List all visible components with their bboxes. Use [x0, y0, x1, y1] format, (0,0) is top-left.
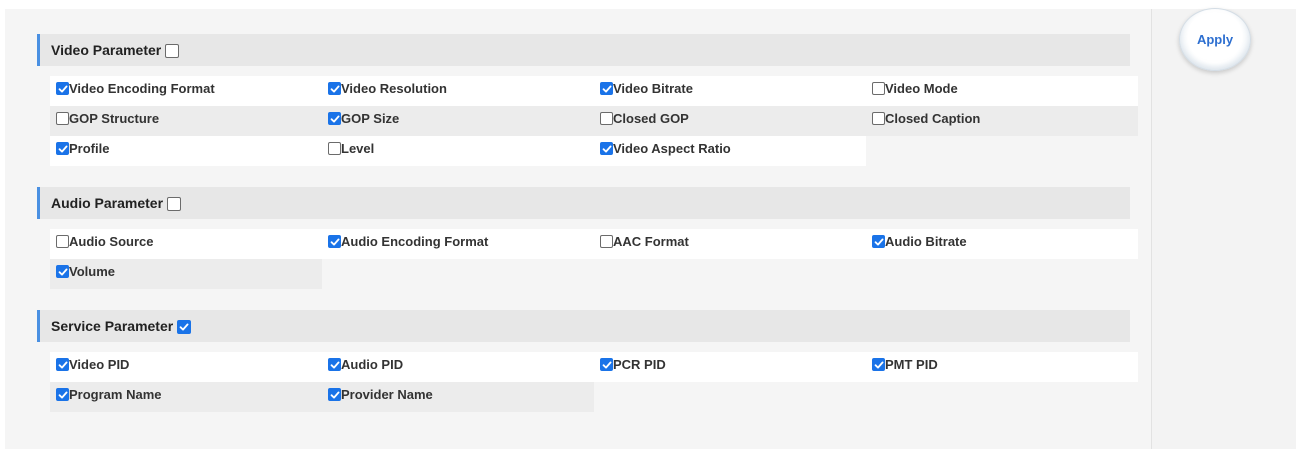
section-checkbox-audio[interactable]	[167, 197, 182, 211]
parameter-checkbox[interactable]	[56, 82, 69, 95]
parameter-option[interactable]: Video PID	[50, 352, 322, 382]
parameter-label: Audio Encoding Format	[341, 234, 489, 249]
parameter-option[interactable]: AAC Format	[594, 229, 866, 259]
audio-parameter-grid: Audio Source Audio Encoding Format AAC For…	[50, 229, 1138, 289]
section-header-audio: Audio Parameter	[37, 187, 1130, 219]
parameter-option[interactable]: Level	[322, 136, 594, 166]
parameter-checkbox[interactable]	[600, 358, 613, 371]
apply-button[interactable]: Apply	[1179, 8, 1251, 71]
parameter-option[interactable]: Provider Name	[322, 382, 594, 412]
section-header-video: Video Parameter	[37, 34, 1130, 66]
parameter-option[interactable]: GOP Structure	[50, 106, 322, 136]
actions-panel	[1151, 9, 1296, 449]
parameter-checkbox[interactable]	[872, 235, 885, 248]
parameter-checkbox[interactable]	[56, 235, 69, 248]
parameter-checkbox[interactable]	[56, 265, 69, 278]
parameter-checkbox[interactable]	[328, 358, 341, 371]
parameter-checkbox[interactable]	[600, 235, 613, 248]
parameter-option[interactable]: PCR PID	[594, 352, 866, 382]
section-checkbox-video[interactable]	[165, 44, 180, 58]
service-parameter-grid: Video PID Audio PID PCR PID PMT PID Program …	[50, 352, 1138, 412]
parameter-label: Video Aspect Ratio	[613, 141, 731, 156]
parameter-option[interactable]: Video Bitrate	[594, 76, 866, 106]
parameter-option[interactable]: Program Name	[50, 382, 322, 412]
parameter-label: Profile	[69, 141, 110, 156]
parameter-checkbox[interactable]	[328, 82, 341, 95]
parameter-label: Audio Bitrate	[885, 234, 967, 249]
parameter-label: Video Mode	[885, 81, 958, 96]
parameter-label: Volume	[69, 264, 115, 279]
parameter-checkbox[interactable]	[600, 142, 613, 155]
parameter-checkbox[interactable]	[872, 112, 885, 125]
parameter-checkbox[interactable]	[600, 82, 613, 95]
parameter-checkbox[interactable]	[328, 142, 341, 155]
parameter-label: Closed Caption	[885, 111, 981, 126]
parameter-checkbox[interactable]	[872, 358, 885, 371]
parameter-label: Video Encoding Format	[69, 81, 215, 96]
parameter-label: AAC Format	[613, 234, 689, 249]
parameter-label: PCR PID	[613, 357, 666, 372]
section-title-audio: Audio Parameter	[51, 195, 164, 211]
parameter-option[interactable]: Video Encoding Format	[50, 76, 322, 106]
parameter-checkbox[interactable]	[56, 358, 69, 371]
parameter-checkbox[interactable]	[56, 112, 69, 125]
parameter-label: Video Resolution	[341, 81, 447, 96]
parameter-option[interactable]: Video Resolution	[322, 76, 594, 106]
parameter-option[interactable]: Closed Caption	[866, 106, 1138, 136]
parameter-checkbox[interactable]	[328, 112, 341, 125]
parameter-label: Level	[341, 141, 375, 156]
parameter-option[interactable]: Profile	[50, 136, 322, 166]
parameter-label: GOP Size	[341, 111, 400, 126]
parameter-option[interactable]: Audio Source	[50, 229, 322, 259]
parameter-label: GOP Structure	[69, 111, 160, 126]
parameter-option[interactable]: Video Mode	[866, 76, 1138, 106]
parameter-option[interactable]: Audio Bitrate	[866, 229, 1138, 259]
parameter-checkbox[interactable]	[328, 388, 341, 401]
parameter-option[interactable]: GOP Size	[322, 106, 594, 136]
parameter-option[interactable]: PMT PID	[866, 352, 1138, 382]
parameter-label: PMT PID	[885, 357, 938, 372]
parameter-label: Provider Name	[341, 387, 433, 402]
parameter-option[interactable]: Closed GOP	[594, 106, 866, 136]
parameter-label: Video PID	[69, 357, 130, 372]
parameter-label: Program Name	[69, 387, 162, 402]
parameter-checkbox[interactable]	[872, 82, 885, 95]
video-parameter-grid: Video Encoding Format Video Resolution Vid…	[50, 76, 1138, 166]
parameter-label: Audio Source	[69, 234, 154, 249]
parameter-checkbox[interactable]	[56, 388, 69, 401]
parameter-option[interactable]: Video Aspect Ratio	[594, 136, 866, 166]
section-header-service: Service Parameter	[37, 310, 1130, 342]
section-title-video: Video Parameter	[51, 42, 162, 58]
parameter-option[interactable]: Audio PID	[322, 352, 594, 382]
parameter-checkbox[interactable]	[600, 112, 613, 125]
section-title-service: Service Parameter	[51, 318, 174, 334]
parameter-checkbox[interactable]	[56, 142, 69, 155]
parameter-label: Video Bitrate	[613, 81, 693, 96]
parameter-label: Closed GOP	[613, 111, 689, 126]
parameter-option[interactable]: Audio Encoding Format	[322, 229, 594, 259]
section-checkbox-service[interactable]	[177, 320, 192, 334]
parameter-option[interactable]: Volume	[50, 259, 322, 289]
parameter-label: Audio PID	[341, 357, 404, 372]
parameter-checkbox[interactable]	[328, 235, 341, 248]
